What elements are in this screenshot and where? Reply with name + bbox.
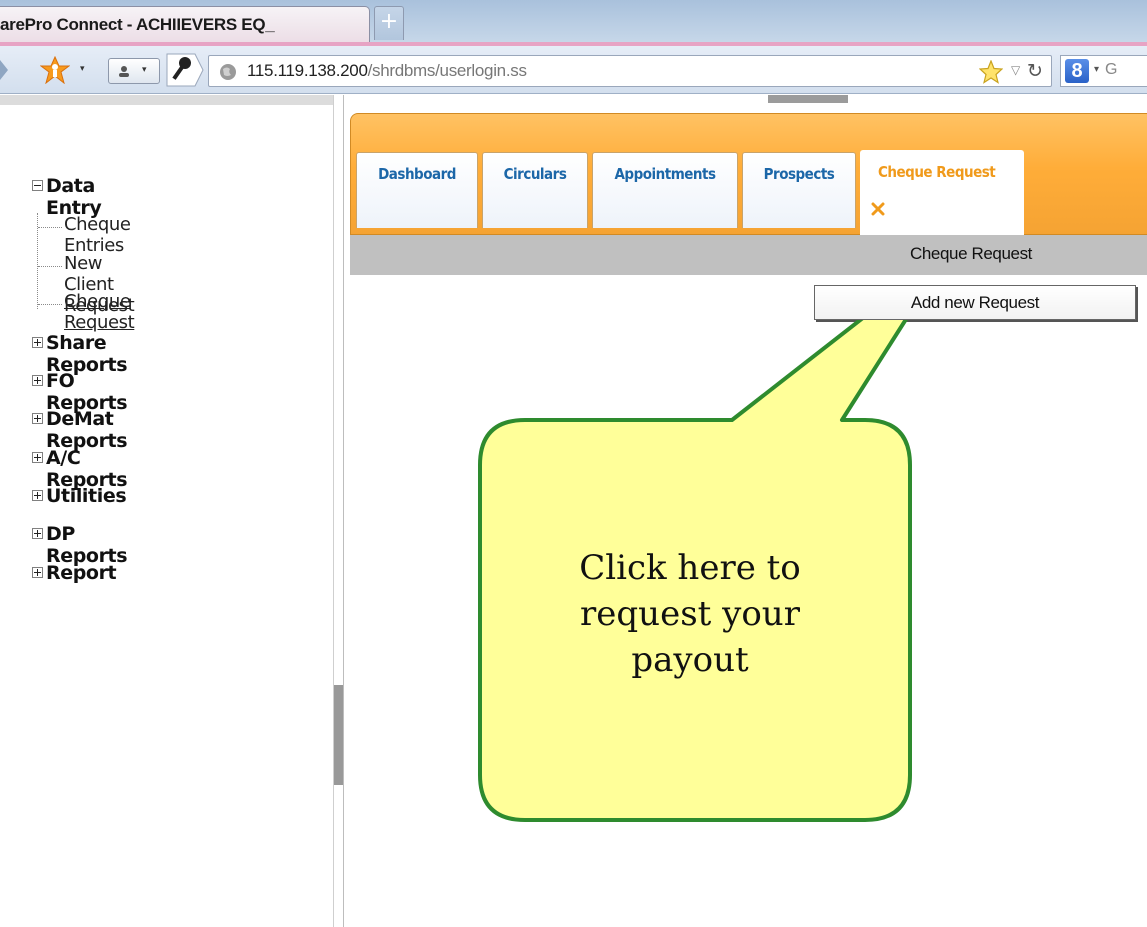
url-host: 115.119.138.200 (247, 61, 368, 80)
url-path: /shrdbms/userlogin.ss (367, 61, 527, 80)
collapse-icon[interactable] (32, 180, 43, 191)
address-bar[interactable]: 115.119.138.200/shrdbms/userlogin.ss ▽ ↻ (208, 55, 1052, 87)
tab-label: Cheque Request (878, 163, 996, 181)
browser-tab-title: arePro Connect - ACHIIEVERS EQ_ (0, 15, 275, 34)
back-chevron-icon[interactable] (0, 60, 10, 80)
tree-item-label: Cheque Entries (64, 214, 131, 256)
add-new-request-button[interactable]: Add new Request (814, 285, 1136, 320)
chevron-down-icon: ▾ (142, 65, 147, 75)
globe-icon (220, 64, 236, 80)
tab-dashboard[interactable]: Dashboard (356, 152, 478, 228)
callout-line: request your (580, 594, 800, 634)
tree-node-label: Report (46, 562, 117, 584)
bookmark-toolbar-button[interactable]: ▾ (40, 56, 94, 84)
user-icon (119, 66, 129, 77)
callout-line: Click here to (579, 548, 801, 588)
section-title: Cheque Request (910, 244, 1032, 263)
url-history-dropdown-icon[interactable]: ▽ (1011, 63, 1020, 77)
tree-node-label: Utilities (46, 485, 127, 507)
tree-line (38, 266, 62, 267)
user-dropdown-button[interactable]: ▾ (108, 58, 160, 84)
sidebar-top-bar (0, 95, 333, 105)
search-engine-icon[interactable]: 8 (1065, 59, 1089, 83)
tree-node-label: DP Reports (46, 523, 128, 567)
tree-node-label: DeMat Reports (46, 408, 128, 452)
tab-circulars[interactable]: Circulars (482, 152, 588, 228)
tab-label: Appointments (614, 165, 716, 183)
search-input[interactable]: G (1105, 61, 1117, 79)
tab-appointments[interactable]: Appointments (592, 152, 738, 228)
search-box[interactable]: 8 ▾ G (1060, 55, 1147, 87)
sidebar: Data Entry Cheque Entries New Client Req… (0, 95, 333, 927)
new-tab-button[interactable]: + (374, 6, 404, 40)
callout-text: Click here to request your payout (500, 545, 880, 683)
tab-label: Prospects (763, 165, 835, 183)
identity-button[interactable] (165, 52, 205, 88)
url-text[interactable]: 115.119.138.200/shrdbms/userlogin.ss (247, 61, 527, 81)
key-icon (166, 53, 204, 87)
browser-tab[interactable]: arePro Connect - ACHIIEVERS EQ_ (0, 6, 370, 43)
expand-icon[interactable] (32, 452, 43, 463)
chevron-down-icon[interactable]: ▾ (1094, 64, 1099, 75)
chevron-down-icon: ▾ (80, 64, 85, 74)
expand-icon[interactable] (32, 567, 43, 578)
expand-icon[interactable] (32, 413, 43, 424)
tree-line (38, 304, 62, 305)
pane-splitter[interactable] (333, 95, 344, 927)
section-header: Cheque Request (350, 235, 1147, 275)
top-pane-resizer[interactable] (768, 95, 848, 103)
tab-label: Dashboard (378, 165, 456, 183)
expand-icon[interactable] (32, 337, 43, 348)
expand-icon[interactable] (32, 375, 43, 386)
browser-tab-strip: arePro Connect - ACHIIEVERS EQ_ + (0, 0, 1147, 46)
expand-icon[interactable] (32, 528, 43, 539)
tab-prospects[interactable]: Prospects (742, 152, 856, 228)
tree-line (38, 227, 62, 228)
bookmark-star-icon[interactable] (979, 60, 1003, 84)
close-icon[interactable] (871, 202, 885, 216)
tab-label: Circulars (503, 165, 567, 183)
tree-node-label: Data Entry (46, 175, 102, 219)
reload-icon[interactable]: ↻ (1027, 60, 1043, 82)
tree-item-label: Cheque Request (64, 291, 135, 333)
callout-line: payout (631, 640, 749, 680)
person-star-icon (40, 56, 70, 84)
splitter-handle[interactable] (334, 685, 343, 785)
app-tab-bar: Dashboard Circulars Appointments Prospec… (350, 113, 1147, 272)
browser-toolbar: ▾ ▾ 115.119.138.200/shrdbms/userlogin.ss… (0, 46, 1147, 94)
expand-icon[interactable] (32, 490, 43, 501)
